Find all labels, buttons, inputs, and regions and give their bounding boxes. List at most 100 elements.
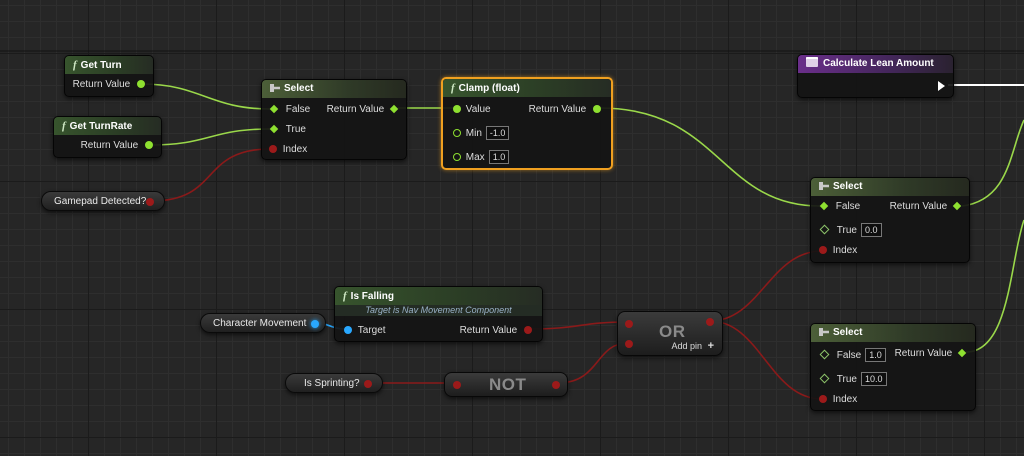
get-turnrate-node[interactable]: f Get TurnRate Return Value (53, 116, 162, 158)
character-movement-variable[interactable]: Character Movement (200, 313, 326, 333)
true-input-pin[interactable] (819, 224, 830, 235)
node-title: Get Turn (80, 60, 122, 71)
plus-icon: + (707, 340, 714, 352)
float-output-pin[interactable] (145, 141, 153, 149)
false-label: False (836, 350, 862, 361)
max-input-pin[interactable] (453, 153, 461, 161)
wire-getturn-select1 (141, 83, 271, 110)
wire-select2-out (961, 119, 1024, 207)
index-input-pin[interactable] (819, 395, 827, 403)
or-input-a-pin[interactable] (625, 320, 633, 328)
value-input-pin[interactable] (453, 105, 461, 113)
max-label: Max (465, 152, 485, 163)
return-value-label: Return Value (326, 104, 385, 115)
bool-output-pin[interactable] (364, 380, 372, 388)
return-value-label: Return Value (459, 325, 518, 336)
node-title: Select (833, 327, 863, 338)
true-value-field[interactable]: 10.0 (860, 372, 887, 386)
is-sprinting-variable[interactable]: Is Sprinting? (285, 373, 383, 393)
wire-isfalling-or (529, 321, 629, 330)
node-subtitle: Target is Nav Movement Component (335, 305, 542, 316)
node-title: Clamp (float) (458, 83, 520, 94)
function-icon: f (343, 290, 347, 302)
return-value-label: Return Value (80, 140, 139, 151)
return-value-label: Return Value (894, 348, 953, 359)
return-output-pin[interactable] (952, 201, 962, 211)
select-node-2[interactable]: Select False Return Value True 0.0 Index (810, 177, 970, 263)
value-label: Value (465, 104, 491, 115)
wire-gamepad-select1 (151, 148, 271, 202)
wire-clamp-select2 (599, 107, 821, 207)
target-input-pin[interactable] (344, 326, 352, 334)
index-input-pin[interactable] (819, 246, 827, 254)
return-output-pin[interactable] (389, 104, 399, 114)
not-input-pin[interactable] (453, 381, 461, 389)
calculate-lean-amount-node[interactable]: Calculate Lean Amount (797, 54, 954, 98)
target-label: Target (357, 325, 386, 336)
true-input-pin[interactable] (269, 124, 279, 134)
add-pin-button[interactable]: Add pin + (672, 340, 714, 352)
wire-or-select3 (709, 320, 823, 400)
function-entry-icon (806, 57, 818, 67)
or-node[interactable]: OR Add pin + (617, 311, 723, 356)
select-node-3[interactable]: Select False 1.0 Return Value True 10.0 In… (810, 323, 976, 411)
function-icon: f (451, 82, 455, 94)
exec-output-pin[interactable] (938, 81, 945, 91)
node-title: Select (833, 181, 863, 192)
min-value-field[interactable]: -1.0 (485, 126, 510, 140)
not-label: NOT (489, 375, 527, 394)
min-input-pin[interactable] (453, 129, 461, 137)
clamp-float-node[interactable]: f Clamp (float) Value Return Value Min -1.… (441, 77, 613, 170)
node-title: Is Falling (350, 291, 395, 302)
object-output-pin[interactable] (311, 320, 319, 328)
false-label: False (285, 104, 311, 115)
not-output-pin[interactable] (552, 381, 560, 389)
node-title: Select (284, 83, 314, 94)
node-title: Calculate Lean Amount (823, 58, 934, 69)
or-input-b-pin[interactable] (625, 340, 633, 348)
true-label: True (836, 374, 857, 385)
function-icon: f (73, 59, 77, 71)
true-label: True (836, 225, 857, 236)
or-output-pin[interactable] (706, 318, 714, 326)
min-label: Min (465, 128, 482, 139)
get-turn-node[interactable]: f Get Turn Return Value (64, 55, 154, 97)
index-input-pin[interactable] (269, 145, 277, 153)
is-falling-node[interactable]: f Is Falling Target is Nav Movement Compo… (334, 286, 543, 342)
max-value-field[interactable]: 1.0 (488, 150, 510, 164)
true-input-pin[interactable] (819, 373, 830, 384)
false-input-pin[interactable] (269, 104, 279, 114)
index-label: Index (832, 394, 858, 405)
return-output-pin[interactable] (593, 105, 601, 113)
false-input-pin[interactable] (819, 349, 830, 360)
false-label: False (835, 201, 861, 212)
function-icon: f (62, 120, 66, 132)
variable-label: Gamepad Detected? (54, 196, 147, 207)
return-output-pin[interactable] (957, 348, 967, 358)
false-input-pin[interactable] (819, 201, 829, 211)
variable-label: Character Movement (213, 318, 307, 329)
add-pin-label: Add pin (671, 341, 703, 351)
bool-output-pin[interactable] (146, 198, 154, 206)
true-value-field[interactable]: 0.0 (860, 223, 882, 237)
float-output-pin[interactable] (137, 80, 145, 88)
select-icon (819, 182, 829, 190)
bool-output-pin[interactable] (524, 326, 532, 334)
true-label: True (285, 124, 306, 135)
false-value-field[interactable]: 1.0 (865, 348, 886, 362)
return-value-label: Return Value (889, 201, 948, 212)
select-icon (819, 328, 829, 336)
wire-or-select2 (709, 250, 823, 322)
gamepad-detected-variable[interactable]: Gamepad Detected? (41, 191, 165, 211)
index-label: Index (282, 144, 308, 155)
not-node[interactable]: NOT (444, 372, 568, 397)
return-value-label: Return Value (528, 104, 587, 115)
wire-getturnrate-select1 (149, 128, 271, 146)
variable-label: Is Sprinting? (304, 378, 360, 389)
select-node-1[interactable]: Select False True Index Return Value (261, 79, 407, 160)
node-title: Get TurnRate (69, 121, 133, 132)
or-label: OR (659, 322, 686, 341)
select-icon (270, 84, 280, 92)
return-value-label: Return Value (72, 79, 131, 90)
index-label: Index (832, 245, 858, 256)
